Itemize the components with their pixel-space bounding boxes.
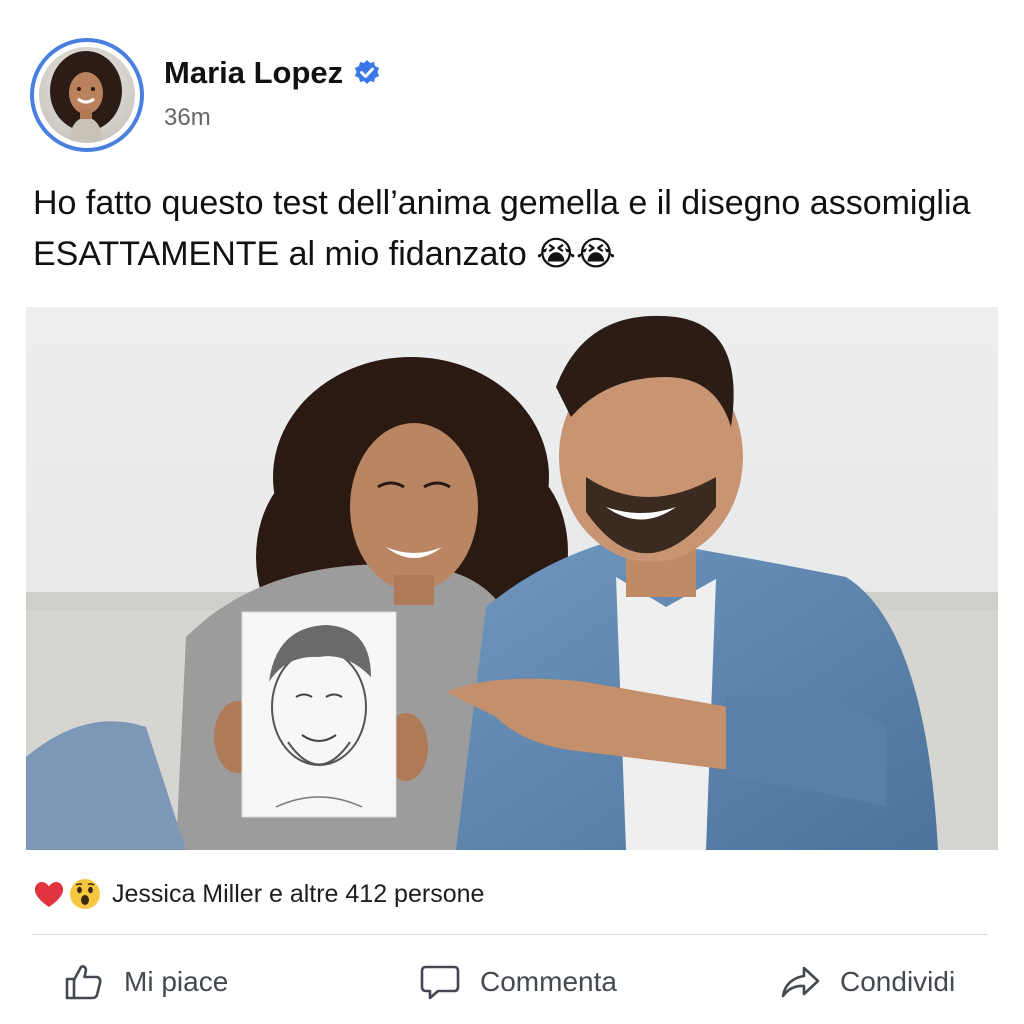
post-timestamp[interactable]: 36m (164, 104, 211, 132)
comment-label: Commenta (480, 966, 617, 997)
couple-photo-illustration (26, 307, 998, 850)
author-avatar[interactable] (30, 38, 144, 152)
like-button[interactable]: Mi piace (62, 952, 228, 1012)
divider (32, 934, 988, 935)
like-label: Mi piace (124, 966, 229, 997)
verified-badge-icon (355, 60, 380, 84)
post-text: Ho fatto questo test dell’anima gemella … (33, 184, 971, 273)
avatar-photo (39, 47, 135, 143)
author-name[interactable]: Maria Lopez (164, 55, 381, 91)
wow-reaction-icon (70, 879, 100, 909)
post-photo[interactable] (26, 307, 998, 850)
reactions-summary-text[interactable]: Jessica Miller e altre 412 persone (112, 880, 484, 909)
reactions-summary[interactable]: Jessica Miller e altre 412 persone (32, 872, 484, 916)
sketch-card (241, 611, 397, 818)
author-name-text[interactable]: Maria Lopez (164, 55, 343, 91)
thumbs-up-icon (65, 965, 102, 1000)
share-arrow-icon (781, 966, 820, 998)
post-actions-bar: Mi piace Commenta Condividi (0, 952, 1024, 1012)
post-header: Maria Lopez 36m (30, 38, 990, 154)
comment-button[interactable]: Commenta (418, 952, 617, 1012)
share-button[interactable]: Condividi (778, 952, 955, 1012)
share-label: Condividi (840, 966, 956, 997)
comment-bubble-icon (420, 965, 460, 1000)
heart-reaction-icon (34, 882, 64, 907)
